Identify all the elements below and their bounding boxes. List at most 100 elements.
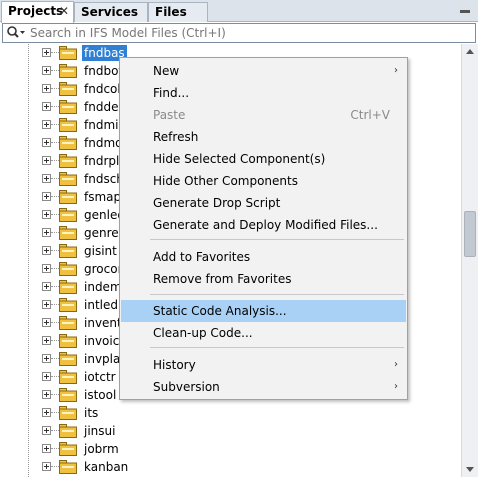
expand-plus-icon[interactable] [42,228,51,237]
search-input[interactable] [30,25,470,41]
menu-item-label: Generate and Deploy Modified Files... [153,218,378,232]
menu-item-label: Find... [153,86,190,100]
tree-connector-line [51,232,59,233]
package-folder-icon [59,136,77,150]
tree-item[interactable]: its [0,404,460,422]
expand-plus-icon[interactable] [42,246,51,255]
tab-projects-label: Projects [8,4,64,18]
tree-item-label: jinsui [84,424,116,438]
tree-connector-line [51,376,59,377]
package-folder-icon [59,262,77,276]
tree-connector-line [51,160,59,161]
tree-item-label: invoic [84,334,120,348]
menu-item-generate-and-deploy-modified-files[interactable]: Generate and Deploy Modified Files... [121,214,406,236]
expand-plus-icon[interactable] [42,84,51,93]
tree-connector-line [51,340,59,341]
tree-connector-line [51,214,59,215]
menu-item-label: History [153,358,196,372]
scroll-up-arrow-icon[interactable] [462,44,478,60]
menu-item-label: Hide Selected Component(s) [153,152,326,166]
tree-item[interactable]: jobrm [0,440,460,458]
expand-plus-icon[interactable] [42,102,51,111]
package-folder-icon [59,352,77,366]
package-folder-icon [59,226,77,240]
menu-item-label: Paste [153,108,186,122]
expand-plus-icon[interactable] [42,390,51,399]
package-folder-icon [59,208,77,222]
menu-item-hide-other-components[interactable]: Hide Other Components [121,170,406,192]
expand-plus-icon[interactable] [42,48,51,57]
expand-plus-icon[interactable] [42,372,51,381]
menu-item-refresh[interactable]: Refresh [121,126,406,148]
tree-connector-line [51,52,59,53]
search-icon[interactable] [6,25,26,41]
expand-plus-icon[interactable] [42,444,51,453]
tab-services-label: Services [81,5,139,19]
menu-item-remove-from-favorites[interactable]: Remove from Favorites [121,268,406,290]
expand-plus-icon[interactable] [42,66,51,75]
package-folder-icon [59,118,77,132]
expand-plus-icon[interactable] [42,192,51,201]
expand-plus-icon[interactable] [42,264,51,273]
expand-plus-icon[interactable] [42,426,51,435]
tree-connector-line [51,268,59,269]
expand-plus-icon[interactable] [42,120,51,129]
menu-item-generate-drop-script[interactable]: Generate Drop Script [121,192,406,214]
menu-item-find[interactable]: Find... [121,82,406,104]
menu-item-new[interactable]: New › [121,60,406,82]
menu-separator [150,347,404,348]
expand-plus-icon[interactable] [42,210,51,219]
tree-connector-line [51,466,59,467]
tab-services[interactable]: Services [74,2,148,22]
tree-item[interactable]: kanban [0,458,460,476]
menu-item-label: Refresh [153,130,199,144]
tree-connector-line [51,142,59,143]
menu-item-label: Remove from Favorites [153,272,292,286]
tree-connector-line [51,178,59,179]
tree-item-label: gisint [84,244,117,258]
expand-plus-icon[interactable] [42,138,51,147]
close-icon[interactable]: ✕ [59,4,69,18]
submenu-arrow-icon: › [394,65,398,76]
tree-connector-line [51,88,59,89]
tree-item-label: intled [84,298,118,312]
tab-files[interactable]: Files [148,2,208,22]
package-folder-icon [59,190,77,204]
tree-item-label: jobrm [84,442,119,456]
expand-plus-icon[interactable] [42,408,51,417]
menu-item-shortcut: Ctrl+V [350,108,390,122]
tree-item-label: istool [84,388,117,402]
menu-item-clean-up-code[interactable]: Clean-up Code... [121,322,406,344]
package-folder-icon [59,424,77,438]
tree-connector-line [51,394,59,395]
package-folder-icon [59,172,77,186]
tree-item-label: its [84,406,99,420]
package-folder-icon [59,280,77,294]
tree-connector-line [51,196,59,197]
menu-item-label: Static Code Analysis... [153,304,287,318]
expand-plus-icon[interactable] [42,318,51,327]
expand-plus-icon[interactable] [42,336,51,345]
expand-plus-icon[interactable] [42,354,51,363]
scroll-thumb[interactable] [464,211,476,257]
expand-plus-icon[interactable] [42,462,51,471]
vertical-scrollbar[interactable] [461,44,478,477]
expand-plus-icon[interactable] [42,300,51,309]
menu-item-paste[interactable]: Paste Ctrl+V [121,104,406,126]
menu-item-static-code-analysis[interactable]: Static Code Analysis... [121,300,406,322]
tab-projects[interactable]: Projects ✕ [1,1,74,23]
expand-plus-icon[interactable] [42,174,51,183]
tree-item[interactable]: jinsui [0,422,460,440]
tree-connector-line [51,430,59,431]
menu-item-add-to-favorites[interactable]: Add to Favorites [121,246,406,268]
scroll-down-arrow-icon[interactable] [462,461,478,477]
menu-item-label: Clean-up Code... [153,326,253,340]
expand-plus-icon[interactable] [42,156,51,165]
tree-connector-line [51,106,59,107]
menu-item-subversion[interactable]: Subversion › [121,376,406,398]
submenu-arrow-icon: › [394,381,398,392]
minimize-icon[interactable] [458,3,472,17]
menu-item-history[interactable]: History › [121,354,406,376]
expand-plus-icon[interactable] [42,282,51,291]
menu-item-hide-selected-component-s[interactable]: Hide Selected Component(s) [121,148,406,170]
